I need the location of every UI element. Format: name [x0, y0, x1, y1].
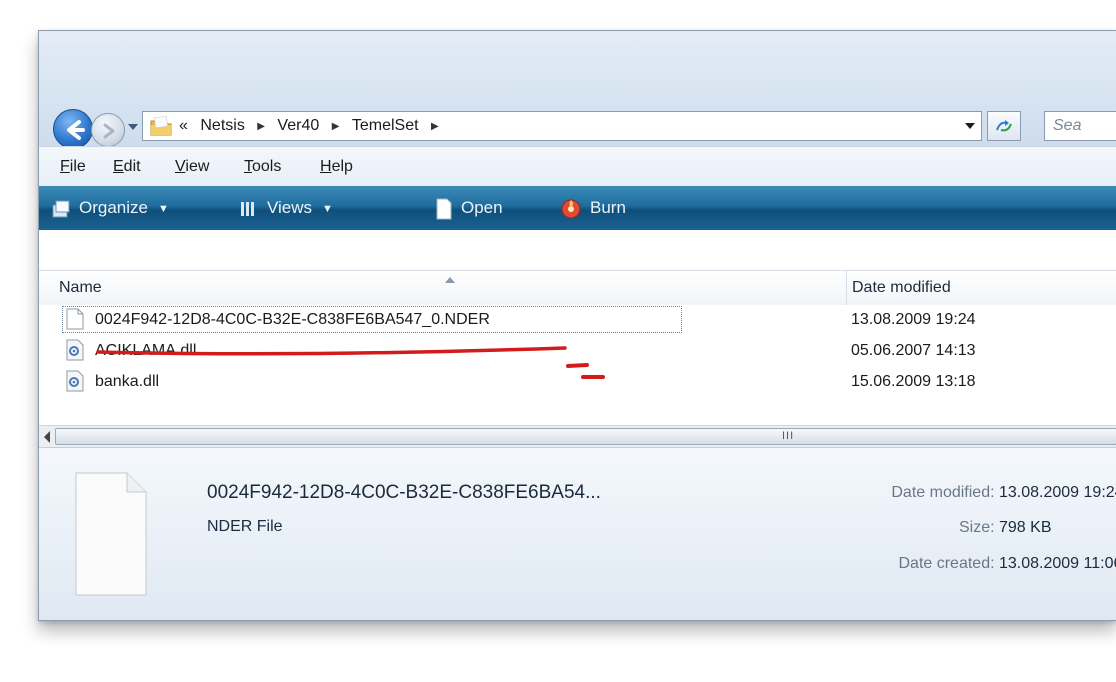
forward-arrow-icon [103, 123, 115, 139]
menu-view[interactable]: View [175, 158, 209, 176]
file-name: 0024F942-12D8-4C0C-B32E-C838FE6BA547_0.N… [95, 311, 490, 328]
burn-disc-icon [561, 199, 581, 219]
file-row[interactable]: 0024F942-12D8-4C0C-B32E-C838FE6BA547_0.N… [39, 305, 1116, 334]
breadcrumb-separator-icon[interactable]: ▶ [257, 113, 265, 141]
document-icon [436, 198, 452, 220]
scrollbar-grip: III [782, 430, 795, 442]
search-input[interactable] [1044, 111, 1116, 141]
scrollbar-thumb[interactable]: III [55, 428, 1116, 445]
column-header-row: Name Date modified [39, 270, 1116, 306]
details-date-created: Date created: 13.08.2009 11:06 [898, 555, 1116, 572]
breadcrumb-temelset[interactable]: TemelSet [352, 112, 419, 140]
file-row[interactable]: banka.dll 15.06.2009 13:18 [39, 367, 1116, 396]
folder-icon [150, 116, 172, 136]
views-button[interactable]: Views ▼ [239, 186, 333, 230]
file-row[interactable]: ACIKLAMA.dll 05.06.2007 14:13 [39, 336, 1116, 365]
file-name: banka.dll [95, 373, 160, 390]
breadcrumb-netsis[interactable]: Netsis [200, 112, 244, 140]
details-file-name: 0024F942-12D8-4C0C-B32E-C838FE6BA54... [207, 482, 601, 503]
breadcrumb-overflow-chevron[interactable]: « [179, 112, 188, 140]
scroll-left-arrow-icon[interactable] [43, 431, 51, 443]
column-header-date-modified[interactable]: Date modified [846, 271, 951, 305]
open-button[interactable]: Open [435, 186, 503, 230]
address-dropdown-icon[interactable] [965, 122, 975, 130]
breadcrumb-separator-icon[interactable]: ▶ [332, 113, 340, 141]
list-area [39, 230, 1116, 270]
file-date-modified: 05.06.2007 14:13 [851, 342, 976, 359]
dll-file-icon [66, 370, 84, 392]
organize-button[interactable]: Organize ▼ [51, 186, 169, 230]
breadcrumb: « Netsis ▶ Ver40 ▶ TemelSet ▶ [179, 112, 447, 140]
column-header-name[interactable]: Name [59, 271, 102, 305]
forward-button[interactable] [91, 113, 125, 147]
burn-button[interactable]: Burn [560, 186, 626, 230]
sort-ascending-icon [445, 277, 455, 283]
file-thumbnail-icon [75, 472, 147, 596]
horizontal-scrollbar[interactable]: III [39, 425, 1116, 448]
file-date-modified: 13.08.2009 19:24 [851, 311, 976, 328]
details-size: Size: 798 KB [958, 519, 1052, 536]
menu-edit[interactable]: Edit [113, 158, 141, 176]
menu-bar: File Edit View Tools Help [39, 146, 1116, 187]
recent-pages-chevron-icon[interactable] [128, 124, 138, 132]
views-icon [241, 201, 254, 216]
file-list: 0024F942-12D8-4C0C-B32E-C838FE6BA547_0.N… [39, 305, 1116, 425]
breadcrumb-ver40[interactable]: Ver40 [277, 112, 319, 140]
details-pane: 0024F942-12D8-4C0C-B32E-C838FE6BA54... N… [39, 447, 1116, 620]
dll-file-icon [66, 339, 84, 361]
menu-help[interactable]: Help [320, 158, 353, 176]
file-name: ACIKLAMA.dll [95, 342, 197, 359]
command-toolbar: Organize ▼ Views ▼ Open Burn [39, 186, 1116, 230]
back-arrow-icon [67, 120, 85, 140]
menu-tools[interactable]: Tools [244, 158, 281, 176]
views-dropdown-icon: ▼ [322, 203, 333, 215]
refresh-icon [996, 120, 1012, 132]
menu-file[interactable]: File [60, 158, 86, 176]
refresh-button[interactable] [987, 111, 1021, 141]
breadcrumb-separator-icon[interactable]: ▶ [431, 113, 439, 141]
back-button[interactable] [53, 109, 93, 149]
blank-file-icon [66, 308, 84, 330]
organize-dropdown-icon: ▼ [157, 203, 169, 215]
file-date-modified: 15.06.2009 13:18 [851, 373, 976, 390]
title-bar: « Netsis ▶ Ver40 ▶ TemelSet ▶ [39, 31, 1116, 149]
organize-icon [52, 200, 70, 218]
details-file-type: NDER File [207, 518, 283, 535]
explorer-window: « Netsis ▶ Ver40 ▶ TemelSet ▶ File Edit … [38, 30, 1116, 621]
address-bar[interactable]: « Netsis ▶ Ver40 ▶ TemelSet ▶ [142, 111, 982, 141]
details-date-modified: Date modified: 13.08.2009 19:24 [891, 484, 1116, 501]
